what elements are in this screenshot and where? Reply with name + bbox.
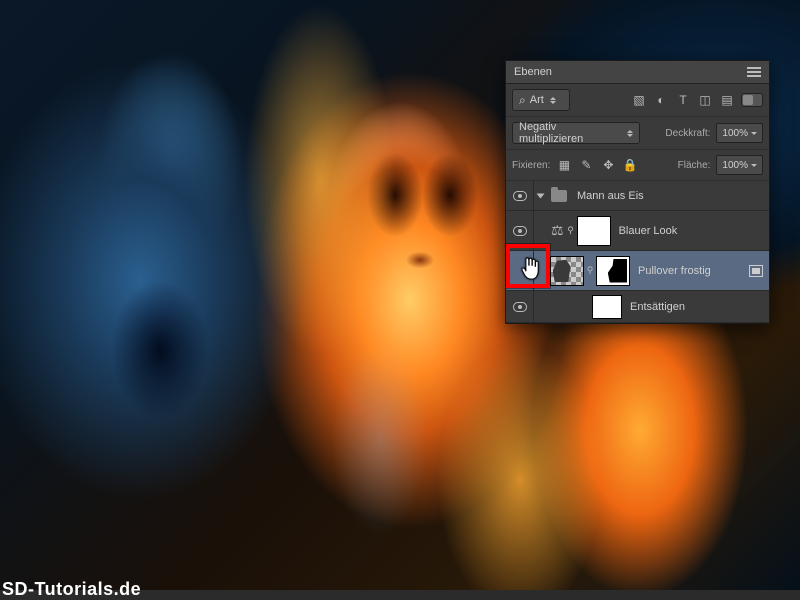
visibility-toggle[interactable]	[506, 181, 534, 210]
link-icon: ⚲	[586, 265, 594, 277]
filter-kind-label: Art	[530, 94, 544, 106]
lock-move-icon[interactable]: ✥	[600, 157, 616, 173]
layer-name[interactable]: Pullover frostig	[632, 265, 749, 277]
filter-pixel-icon[interactable]: ▧	[631, 92, 647, 108]
filter-smart-icon[interactable]: ▤	[719, 92, 735, 108]
fill-label: Fläche:	[678, 160, 711, 171]
lock-fill-row: Fixieren: ▦ ✎ ✥ 🔒 Fläche: 100%	[506, 150, 769, 181]
adjustment-balance-icon: ⚖	[551, 222, 564, 239]
layer-entsaettigen[interactable]: Entsättigen	[506, 291, 769, 323]
link-icon: ⚲	[567, 225, 575, 237]
layer-name[interactable]: Entsättigen	[624, 301, 769, 313]
filter-shape-icon[interactable]: ◫	[697, 92, 713, 108]
fill-value[interactable]: 100%	[716, 155, 763, 175]
blend-mode-select[interactable]: Negativ multiplizieren	[512, 122, 640, 144]
tutorial-highlight-box	[506, 244, 550, 288]
layer-effects-icon[interactable]	[749, 265, 763, 277]
layer-filter-row: ⌕ Art ▧ ◐ T ◫ ▤	[506, 84, 769, 117]
panel-menu-icon[interactable]	[747, 67, 761, 77]
opacity-label: Deckkraft:	[665, 128, 710, 139]
layer-thumb[interactable]	[550, 256, 584, 286]
opacity-value[interactable]: 100%	[716, 123, 763, 143]
eye-icon	[513, 302, 527, 312]
lock-label: Fixieren:	[512, 160, 550, 171]
panel-tab-bar: Ebenen	[506, 61, 769, 84]
lock-brush-icon[interactable]: ✎	[578, 157, 594, 173]
layer-name[interactable]: Blauer Look	[613, 225, 769, 237]
layer-group-mann-aus-eis[interactable]: Mann aus Eis	[506, 181, 769, 211]
layer-name[interactable]: Mann aus Eis	[571, 190, 769, 202]
filter-type-icon[interactable]: T	[675, 92, 691, 108]
lock-transparent-icon[interactable]: ▦	[556, 157, 572, 173]
filter-toggle-switch[interactable]	[741, 93, 763, 107]
filter-kind-select[interactable]: ⌕ Art	[512, 89, 570, 111]
panel-title[interactable]: Ebenen	[514, 66, 552, 78]
layer-mask-thumb[interactable]	[577, 216, 611, 246]
watermark-text: SD-Tutorials.de	[2, 579, 141, 600]
lock-all-icon[interactable]: 🔒	[622, 157, 638, 173]
layer-mask-thumb[interactable]	[596, 256, 630, 286]
filter-adjust-icon[interactable]: ◐	[653, 92, 669, 108]
blend-mode-value: Negativ multiplizieren	[519, 121, 621, 145]
blend-opacity-row: Negativ multiplizieren Deckkraft: 100%	[506, 117, 769, 150]
layer-mask-thumb[interactable]	[592, 295, 622, 319]
visibility-toggle[interactable]	[506, 291, 534, 322]
eye-icon	[513, 191, 527, 201]
eye-icon	[513, 226, 527, 236]
disclosure-triangle-icon[interactable]	[537, 193, 545, 198]
folder-icon	[551, 190, 567, 202]
